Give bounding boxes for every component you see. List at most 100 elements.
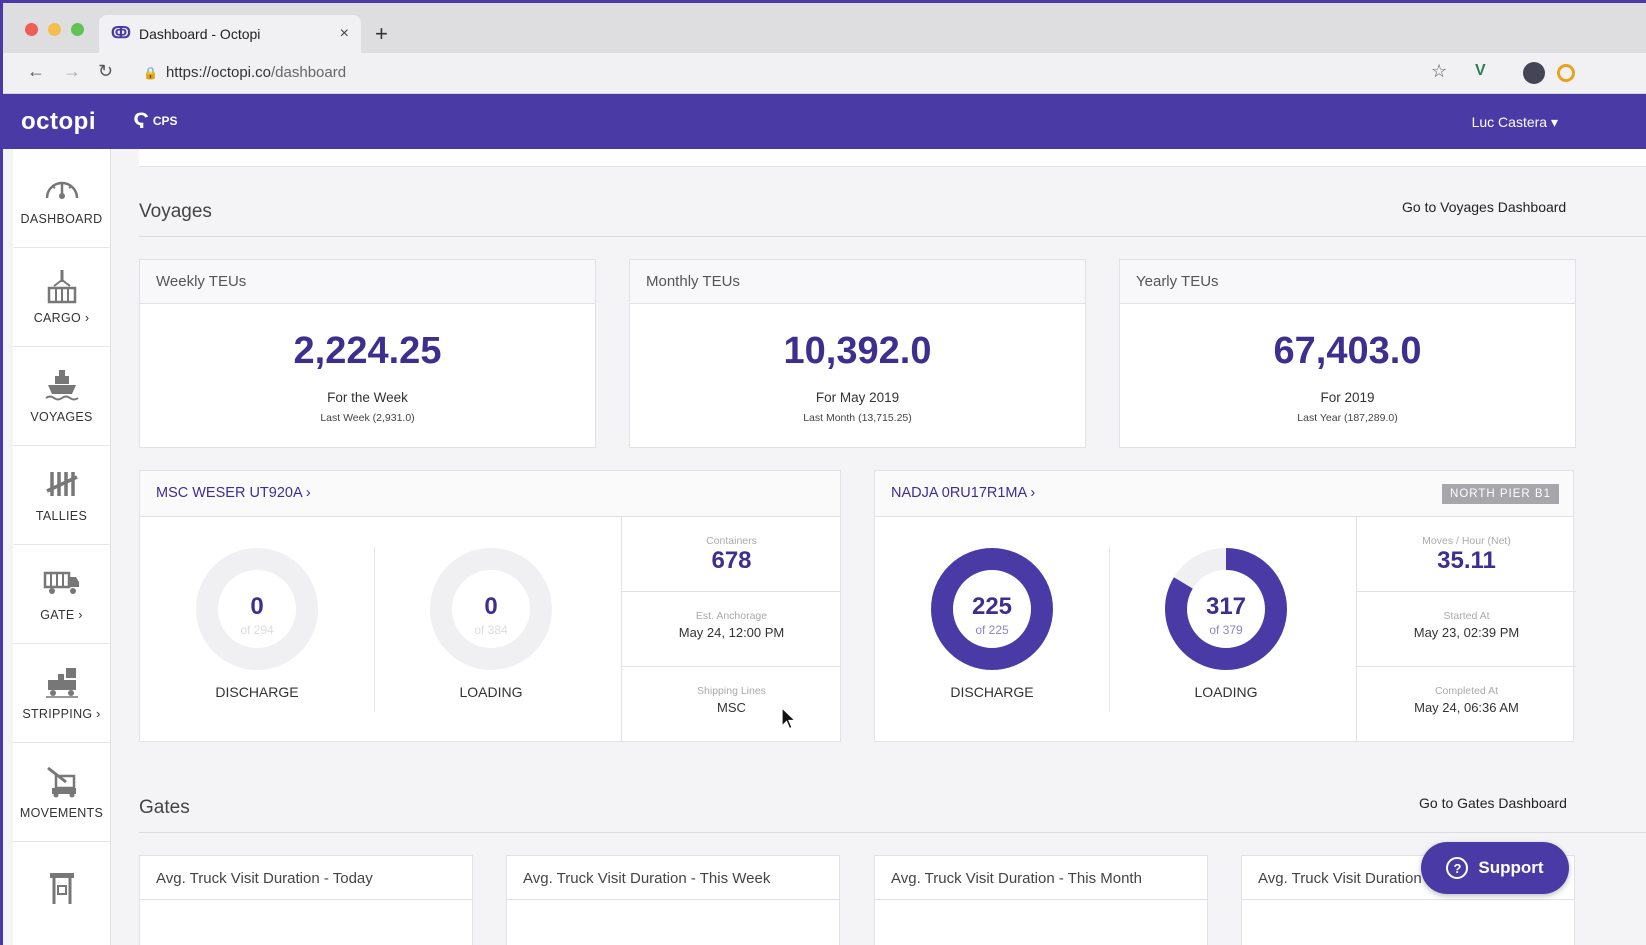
card-title: Monthly TEUs [630, 260, 1085, 304]
discharge-progress: 0 of 294 DISCHARGE [140, 517, 374, 742]
voyages-dashboard-link[interactable]: Go to Voyages Dashboard [1402, 199, 1566, 215]
extension-ring-icon[interactable] [1557, 64, 1575, 82]
gate-duration-card: Avg. Truck Visit Duration - This Month [874, 855, 1208, 945]
sidebar-item-stripping[interactable]: STRIPPING › [13, 644, 110, 743]
stat-label: Shipping Lines [697, 685, 766, 697]
forklift-icon [43, 665, 81, 699]
stat-shipping-lines: Shipping Lines MSC [622, 667, 841, 742]
discharge-total: of 225 [975, 623, 1009, 637]
help-icon: ? [1446, 857, 1469, 879]
teu-value: 67,403.0 [1273, 330, 1422, 372]
loading-progress: 317 of 379 LOADING [1109, 517, 1343, 742]
mouse-cursor-icon [781, 707, 797, 730]
stat-value: MSC [717, 700, 746, 715]
stat-value: May 24, 06:36 AM [1414, 700, 1519, 715]
teu-value: 2,224.25 [293, 330, 442, 372]
forward-icon[interactable]: → [63, 61, 81, 82]
gates-section-title: Gates [139, 797, 190, 818]
discharge-label: DISCHARGE [950, 684, 1034, 700]
url-host: https://octopi.co [165, 64, 272, 81]
gate-duration-card: Avg. Truck Visit Duration - This Week [506, 855, 840, 945]
stat-completed-at: Completed At May 24, 06:36 AM [1357, 667, 1576, 742]
teu-period: For 2019 [1320, 390, 1375, 405]
voyages-section-title: Voyages [139, 201, 212, 222]
loading-label: LOADING [1194, 684, 1258, 700]
user-menu[interactable]: Luc Castera ▾ [1472, 114, 1558, 131]
section-divider [139, 236, 1646, 237]
vessel-card-header: NADJA 0RU17R1MA › NORTH PIER B1 [875, 471, 1573, 517]
sidebar-label: CARGO › [33, 311, 90, 325]
teu-period: For the Week [327, 390, 408, 405]
discharge-total: of 294 [240, 623, 274, 637]
sidebar-label: STRIPPING › [22, 707, 101, 721]
browser-window: ↂ Dashboard - Octopi × + ← → ↻ 🔒 https://… [0, 0, 1646, 945]
tally-icon [43, 467, 81, 501]
teu-previous: Last Week (2,931.0) [320, 412, 415, 424]
support-button[interactable]: ? Support [1421, 842, 1569, 894]
stat-started-at: Started At May 23, 02:39 PM [1357, 592, 1576, 667]
new-tab-button[interactable]: + [375, 21, 388, 47]
teu-period: For May 2019 [815, 390, 900, 405]
close-window-button[interactable] [25, 23, 38, 36]
cps-logo-icon: Ϛ [133, 108, 149, 133]
monthly-teus-card: Monthly TEUs 10,392.0 For May 2019 Last … [629, 259, 1086, 448]
ship-icon [43, 368, 81, 402]
card-title: Avg. Truck Visit Duration - Today [140, 856, 472, 900]
back-icon[interactable]: ← [27, 61, 45, 82]
url-path: /dashboard [271, 64, 347, 81]
sidebar-item-gate[interactable]: GATE › [13, 545, 110, 644]
reload-icon[interactable]: ↻ [98, 61, 113, 82]
stat-label: Moves / Hour (Net) [1422, 535, 1511, 547]
vessel-name-link[interactable]: NADJA 0RU17R1MA › [891, 485, 1035, 501]
tab-bar: ↂ Dashboard - Octopi × + [3, 3, 1646, 53]
vessel-name-link[interactable]: MSC WESER UT920A › [156, 485, 311, 501]
stat-moves-per-hour: Moves / Hour (Net) 35.11 [1357, 517, 1576, 592]
extension-v-icon[interactable]: V [1475, 62, 1486, 80]
sidebar-item-voyages[interactable]: VOYAGES [13, 347, 110, 446]
teu-value: 10,392.0 [783, 330, 932, 372]
stat-label: Containers [706, 535, 757, 547]
loading-label: LOADING [459, 684, 523, 700]
loading-total: of 384 [474, 623, 508, 637]
reach-stacker-icon [43, 764, 81, 798]
browser-tab[interactable]: ↂ Dashboard - Octopi × [99, 15, 361, 53]
octopi-favicon-icon: ↂ [111, 25, 131, 42]
sidebar-item-cargo[interactable]: CARGO › [13, 248, 110, 347]
stat-label: Completed At [1434, 685, 1499, 697]
sidebar: DASHBOARD CARGO › VOYAGES TALLIES GATE › [13, 149, 111, 945]
discharge-progress: 225 of 225 DISCHARGE [875, 517, 1109, 742]
tab-close-icon[interactable]: × [340, 25, 349, 43]
cps-label: CPS [152, 114, 178, 128]
minimize-window-button[interactable] [48, 23, 61, 36]
url-field[interactable]: 🔒 https://octopi.co/dashboard [143, 64, 346, 81]
cps-brand: Ϛ CPS [133, 108, 178, 133]
sidebar-item-tallies[interactable]: TALLIES [13, 446, 110, 545]
bookmark-star-icon[interactable]: ☆ [1431, 61, 1447, 82]
stat-containers: Containers 678 [622, 517, 841, 592]
discharge-count: 0 [250, 593, 264, 620]
teu-previous: Last Year (187,289.0) [1297, 412, 1398, 424]
window-controls [25, 23, 84, 36]
maximize-window-button[interactable] [71, 23, 84, 36]
loading-count: 0 [484, 593, 498, 620]
card-title: Avg. Truck Visit Duration - This Week [507, 856, 839, 900]
sidebar-item-movements[interactable]: MOVEMENTS [13, 743, 110, 842]
stat-value: 35.11 [1437, 547, 1496, 574]
octopi-logo[interactable]: octopi [21, 108, 96, 136]
extension-avatar-icon[interactable] [1523, 62, 1545, 84]
sidebar-item-equipment[interactable] [13, 842, 110, 941]
gates-dashboard-link[interactable]: Go to Gates Dashboard [1419, 795, 1567, 811]
sidebar-item-dashboard[interactable]: DASHBOARD [13, 149, 110, 248]
sidebar-label: TALLIES [35, 509, 88, 523]
card-title: Avg. Truck Visit Duration - This Month [875, 856, 1207, 900]
sidebar-label: GATE › [40, 608, 83, 622]
address-bar: ← → ↻ 🔒 https://octopi.co/dashboard ☆ V [3, 53, 1646, 94]
stat-est-anchorage: Est. Anchorage May 24, 12:00 PM [622, 592, 841, 667]
vessel-card-header: MSC WESER UT920A › [140, 471, 840, 517]
vessel-card: MSC WESER UT920A › 0 of 294 DISCHARGE 0 … [139, 470, 841, 742]
discharge-label: DISCHARGE [215, 684, 299, 700]
stat-label: Started At [1443, 610, 1490, 622]
vessel-stats: Containers 678 Est. Anchorage May 24, 12… [621, 517, 841, 742]
loading-count: 317 [1205, 593, 1247, 620]
stat-value: May 23, 02:39 PM [1413, 625, 1520, 640]
